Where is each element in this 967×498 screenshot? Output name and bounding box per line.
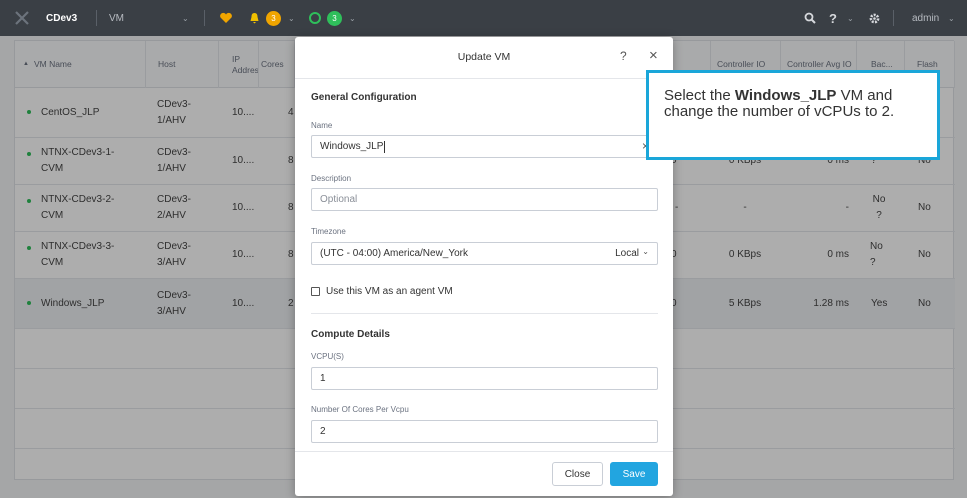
dialog-title: Update VM bbox=[457, 51, 511, 63]
task-dropdown-chevron-icon[interactable]: ⌄ bbox=[349, 0, 356, 36]
description-label: Description bbox=[311, 174, 352, 183]
timezone-dropdown-chevron-icon[interactable]: ⌄ bbox=[642, 247, 649, 256]
alerts-bell-icon[interactable] bbox=[249, 0, 260, 36]
callout-vm-name: Windows_JLP bbox=[734, 87, 837, 104]
timezone-value: (UTC - 04:00) America/New_York bbox=[320, 248, 469, 259]
vcpu-input[interactable]: 1 bbox=[311, 367, 658, 390]
callout-text: Select the Windows_JLP VM and change the… bbox=[664, 88, 924, 120]
task-count-badge[interactable]: 3 bbox=[327, 0, 342, 36]
callout-text-pre: Select the bbox=[664, 87, 731, 104]
dialog-close-icon[interactable]: × bbox=[649, 47, 658, 64]
help-icon[interactable]: ? bbox=[829, 0, 837, 36]
alert-count-badge[interactable]: 3 bbox=[266, 0, 281, 36]
alert-dropdown-chevron-icon[interactable]: ⌄ bbox=[288, 0, 295, 36]
nutanix-logo-icon[interactable] bbox=[14, 0, 30, 36]
section-divider bbox=[311, 313, 658, 314]
name-field-value: Windows_JLP bbox=[320, 141, 384, 152]
timezone-select[interactable]: (UTC - 04:00) America/New_York Local ⌄ bbox=[311, 242, 658, 265]
tasks-circle-icon[interactable] bbox=[309, 0, 321, 36]
timezone-label: Timezone bbox=[311, 227, 346, 236]
gear-icon[interactable] bbox=[868, 0, 881, 36]
update-vm-dialog: Update VM ? × General Configuration Name… bbox=[295, 37, 673, 496]
dialog-header: Update VM ? × bbox=[295, 37, 673, 79]
health-heart-icon[interactable] bbox=[219, 0, 233, 36]
agent-vm-label[interactable]: Use this VM as an agent VM bbox=[326, 286, 453, 297]
cores-per-vcpu-input[interactable]: 2 bbox=[311, 420, 658, 443]
text-cursor bbox=[384, 140, 386, 153]
search-icon[interactable] bbox=[804, 0, 816, 36]
compute-details-heading: Compute Details bbox=[311, 329, 390, 340]
help-dropdown-chevron-icon[interactable]: ⌄ bbox=[847, 0, 854, 36]
section-dropdown-chevron-icon[interactable]: ⌄ bbox=[182, 0, 189, 36]
name-label: Name bbox=[311, 121, 333, 130]
name-field[interactable]: Windows_JLP × bbox=[311, 135, 658, 158]
save-button[interactable]: Save bbox=[610, 462, 658, 486]
user-menu[interactable]: admin bbox=[912, 0, 939, 36]
divider bbox=[893, 10, 894, 26]
divider bbox=[96, 10, 97, 26]
section-label[interactable]: VM bbox=[109, 0, 124, 36]
cores-per-vcpu-label: Number Of Cores Per Vcpu bbox=[311, 405, 409, 414]
top-navigation-bar: CDev3 VM ⌄ 3 ⌄ 3 ⌄ ? ⌄ admin ⌄ bbox=[0, 0, 967, 36]
cluster-name[interactable]: CDev3 bbox=[46, 0, 77, 36]
tutorial-callout: Select the Windows_JLP VM and change the… bbox=[646, 70, 940, 160]
user-dropdown-chevron-icon[interactable]: ⌄ bbox=[948, 0, 955, 36]
close-button[interactable]: Close bbox=[552, 462, 603, 486]
timezone-mode[interactable]: Local bbox=[615, 248, 639, 259]
divider bbox=[204, 10, 205, 26]
dialog-footer: Close Save bbox=[295, 451, 673, 496]
general-configuration-heading: General Configuration bbox=[311, 92, 417, 103]
vcpu-label: VCPU(S) bbox=[311, 352, 344, 361]
agent-vm-checkbox[interactable] bbox=[311, 287, 320, 296]
description-field[interactable]: Optional bbox=[311, 188, 658, 211]
dialog-help-icon[interactable]: ? bbox=[620, 49, 627, 63]
